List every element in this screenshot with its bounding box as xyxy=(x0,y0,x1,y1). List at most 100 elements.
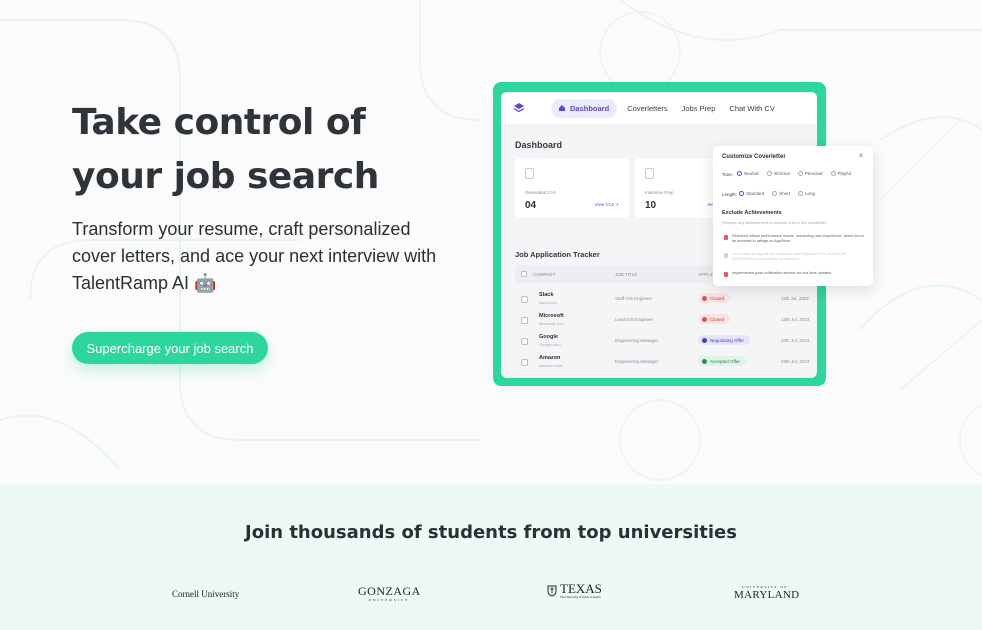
card-label: Interview Prep xyxy=(645,190,674,195)
nav-tab-chat-with-cv[interactable]: Chat With CV xyxy=(729,104,774,113)
status-dot xyxy=(702,337,707,343)
job-title: Engineering Manager xyxy=(615,359,659,364)
tracker-title: Job Application Tracker xyxy=(515,250,600,259)
application-date: 20th Jul, 2023 xyxy=(781,338,810,343)
close-icon[interactable]: ✕ xyxy=(858,152,864,160)
tone-option-playful[interactable]: Playful xyxy=(830,171,851,176)
table-row[interactable]: Google Google.com Engineering Manager Ne… xyxy=(515,332,813,353)
hero-section: Take control of your job search Transfor… xyxy=(0,0,982,484)
dashboard-title: Dashboard xyxy=(515,140,563,150)
company-domain: Google.com xyxy=(539,342,561,347)
company-name: Google xyxy=(539,334,558,340)
status-dot xyxy=(702,316,707,322)
table-row[interactable]: Microsoft Microsoft.com Lead iOS Enginee… xyxy=(515,311,813,332)
exclude-achievements-title: Exclude Achievements xyxy=(722,210,782,216)
company-domain: Amazon.com xyxy=(539,363,563,368)
nav-tab-jobs-prep[interactable]: Jobs Prep xyxy=(682,104,716,113)
card-value: 04 xyxy=(525,200,537,211)
tone-option-personal[interactable]: Personal xyxy=(797,171,823,176)
status-badge: Closed xyxy=(698,293,731,303)
texas-name: TEXAS xyxy=(560,581,602,596)
radio-icon xyxy=(797,171,803,176)
nav-tab-dashboard[interactable]: Dashboard xyxy=(551,98,618,118)
row-checkbox[interactable] xyxy=(521,359,528,366)
customize-coverletter-popup: Customize Coverletter ✕ Tone: Neutral In… xyxy=(713,146,873,286)
popup-title: Customize Coverletter xyxy=(722,154,786,160)
table-row[interactable]: Slack slack.com Staff iOS Engineer Close… xyxy=(515,290,813,311)
company-name: Slack xyxy=(539,292,554,298)
hero-title: Take control of your job search xyxy=(72,96,472,204)
length-options: Standard Short Long xyxy=(739,191,815,196)
application-date: 12th Jul, 2023 xyxy=(781,317,810,322)
interview-prep-card[interactable]: Interview Prep 10 View xyxy=(635,158,717,218)
select-all-checkbox[interactable] xyxy=(521,271,527,277)
hero-title-line-2: your job search xyxy=(72,156,379,197)
gonzaga-name: GONZAGA xyxy=(358,584,421,598)
exclude-achievements-desc: Remove any achievement to exclude it fro… xyxy=(722,220,827,225)
universities-title: Join thousands of students from top univ… xyxy=(245,522,737,543)
trash-icon[interactable] xyxy=(724,235,728,240)
status-badge: Accepted Offer xyxy=(698,356,746,366)
generated-cvs-card[interactable]: Generated CVs 04 View CVs ↗ xyxy=(515,158,629,218)
job-title: Lead iOS Engineer xyxy=(615,317,654,322)
maryland-logo: UNIVERSITY OF MARYLAND xyxy=(734,585,800,601)
column-job-title[interactable]: JOB TITLE xyxy=(615,272,637,277)
document-icon xyxy=(525,168,534,179)
card-value: 10 xyxy=(645,200,657,211)
table-row[interactable]: Amazon Amazon.com Engineering Manager Ac… xyxy=(515,353,813,374)
achievement-text: Led a team to migrate the codebase from … xyxy=(732,252,847,261)
shield-icon xyxy=(547,585,557,597)
length-option-standard[interactable]: Standard xyxy=(739,191,764,196)
tone-options: Neutral Informal Personal Playful xyxy=(737,171,851,176)
mockup-navbar: Dashboard Coverletters Jobs Prep Chat Wi… xyxy=(501,92,817,124)
gonzaga-logo: GONZAGA UNIVERSITY xyxy=(358,584,420,602)
document-icon xyxy=(645,168,654,179)
column-company[interactable]: COMPANY xyxy=(533,272,555,277)
maryland-name: MARYLAND xyxy=(734,589,800,601)
achievement-item[interactable]: Resolved critical performance issues, en… xyxy=(724,234,864,244)
status-badge: Closed xyxy=(698,314,731,324)
radio-icon xyxy=(766,171,772,176)
layers-icon xyxy=(513,103,525,113)
length-option-short[interactable]: Short xyxy=(772,191,790,196)
radio-icon xyxy=(830,171,836,176)
company-name: Microsoft xyxy=(539,313,564,319)
company-domain: Microsoft.com xyxy=(539,321,564,326)
view-cvs-link[interactable]: View CVs ↗ xyxy=(595,202,619,208)
universities-section: Join thousands of students from top univ… xyxy=(0,484,982,630)
application-date: 28th Jul, 2023 xyxy=(781,359,810,364)
texas-sub: The University of Texas at Austin xyxy=(560,595,601,599)
status-dot xyxy=(702,358,707,364)
trash-icon[interactable] xyxy=(724,253,728,258)
job-title: Engineering Manager xyxy=(615,338,659,343)
hero-title-line-1: Take control of xyxy=(72,102,366,143)
achievement-item[interactable]: Implemented push notification service fo… xyxy=(724,271,864,277)
achievement-text: Implemented push notification service fo… xyxy=(732,271,833,275)
trash-icon[interactable] xyxy=(724,272,728,277)
length-label: Length: xyxy=(722,192,738,197)
radio-selected-icon xyxy=(737,171,742,176)
hero-subtitle: Transform your resume, craft personalize… xyxy=(72,219,437,293)
achievement-text: Resolved critical performance issues, en… xyxy=(732,234,864,243)
status-dot xyxy=(702,295,707,301)
application-date: 11th Jul, 2022 xyxy=(781,296,809,301)
length-option-long[interactable]: Long xyxy=(798,191,815,196)
achievement-item[interactable]: Led a team to migrate the codebase from … xyxy=(724,252,864,262)
company-domain: slack.com xyxy=(539,300,557,305)
company-name: Amazon xyxy=(539,355,561,361)
row-checkbox[interactable] xyxy=(521,296,528,303)
status-badge: Negotiating Offer xyxy=(698,335,750,345)
nav-tab-coverletters[interactable]: Coverletters xyxy=(627,104,667,113)
tone-option-neutral[interactable]: Neutral xyxy=(737,171,759,176)
tone-option-informal[interactable]: Informal xyxy=(766,171,790,176)
nav-tab-dashboard-label: Dashboard xyxy=(570,103,610,113)
card-label: Generated CVs xyxy=(525,190,557,195)
cornell-logo: Cornell University xyxy=(172,589,240,599)
job-title: Staff iOS Engineer xyxy=(615,296,653,301)
row-checkbox[interactable] xyxy=(521,338,528,345)
radio-selected-icon xyxy=(739,191,744,196)
tone-label: Tone: xyxy=(722,172,734,177)
row-checkbox[interactable] xyxy=(521,317,528,324)
supercharge-cta-button[interactable]: Supercharge your job search xyxy=(72,332,268,364)
home-icon xyxy=(559,105,565,111)
